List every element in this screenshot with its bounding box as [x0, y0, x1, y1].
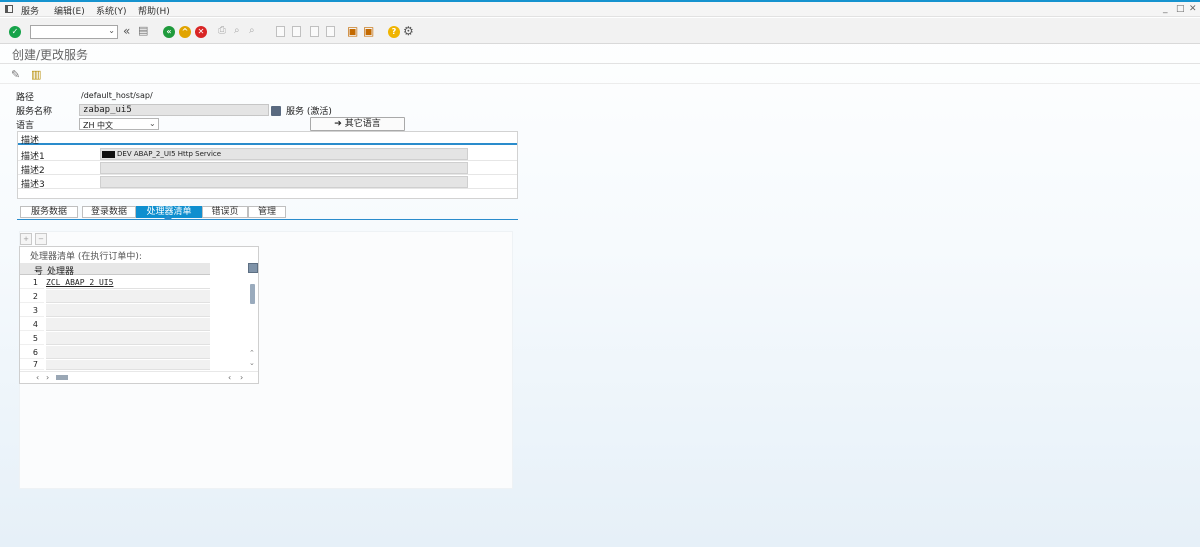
scroll-down-icon[interactable]: ⌄: [249, 359, 255, 367]
scroll-left-icon[interactable]: ‹: [36, 373, 39, 382]
find-next-icon[interactable]: ⌕: [249, 24, 255, 38]
table-row[interactable]: [46, 318, 210, 331]
divider: [0, 83, 1200, 84]
description-3-field[interactable]: [100, 176, 468, 188]
scroll-up-icon[interactable]: ⌃: [249, 349, 255, 357]
language-label: 语言: [16, 121, 35, 131]
back-icon[interactable]: «: [163, 26, 175, 38]
row-number: 4: [20, 318, 44, 331]
table-row[interactable]: ZCL_ABAP_2_UI5: [46, 276, 210, 289]
menu-service[interactable]: 服务: [21, 4, 39, 17]
path-value: /default_host/sap/: [81, 91, 153, 100]
divider: [0, 63, 1200, 64]
handler-table-header: 号 处理器: [20, 263, 210, 277]
description-row: 描述2: [18, 161, 517, 176]
other-language-button[interactable]: ➔ 其它语言: [310, 117, 405, 131]
row-number: 5: [20, 332, 44, 345]
tab-administration[interactable]: 管理: [248, 206, 286, 218]
menu-bar: 服务 编辑(E) 系统(Y) 帮助(H) _ □ ✕: [0, 2, 1200, 17]
table-row[interactable]: [46, 304, 210, 317]
scroll-right-icon[interactable]: ›: [240, 373, 243, 382]
cancel-icon[interactable]: ✕: [195, 26, 207, 38]
menu-system[interactable]: 系统(Y): [96, 4, 127, 17]
description-1-value: DEV ABAP_2_UI5 Http Service: [117, 150, 222, 158]
language-value: ZH 中文: [83, 121, 114, 130]
arrow-right-icon: ➔: [334, 119, 345, 129]
shortcut-icon[interactable]: ▣: [363, 24, 374, 38]
menu-help[interactable]: 帮助(H): [138, 4, 170, 17]
table-row[interactable]: [46, 346, 210, 359]
close-window-icon[interactable]: ✕: [1189, 5, 1197, 14]
service-name-value: zabap_ui5: [83, 105, 132, 115]
maximize-icon[interactable]: □: [1176, 5, 1185, 14]
gear-icon[interactable]: ⚙: [403, 24, 414, 38]
tab-underline: [17, 219, 518, 220]
path-label: 路径: [16, 93, 35, 103]
column-settings-icon[interactable]: [248, 263, 258, 273]
exit-icon[interactable]: ^: [179, 26, 191, 38]
tab-logon-data[interactable]: 登录数据: [82, 206, 136, 218]
minimize-icon[interactable]: _: [1163, 5, 1168, 14]
insert-row-icon[interactable]: +: [20, 233, 32, 245]
handler-cell[interactable]: ZCL_ABAP_2_UI5: [46, 276, 113, 289]
language-select[interactable]: ZH 中文 ⌄: [79, 118, 159, 130]
active-tab-caret: [164, 215, 172, 219]
new-session-icon[interactable]: ▣: [347, 24, 358, 38]
row-number: 2: [20, 290, 44, 303]
service-name-field[interactable]: zabap_ui5: [79, 104, 269, 116]
chevron-down-icon[interactable]: ⌄: [108, 26, 115, 35]
table-row[interactable]: [46, 332, 210, 345]
description-1-field[interactable]: DEV ABAP_2_UI5 Http Service: [100, 148, 468, 160]
scroll-left-icon[interactable]: ‹: [228, 373, 231, 382]
service-status: 服务 (激活): [286, 107, 332, 117]
next-page-icon[interactable]: [310, 26, 319, 37]
value-help-icon[interactable]: [271, 106, 281, 116]
horizontal-scrollbar[interactable]: ‹ › ‹ ›: [20, 371, 258, 383]
row-number: 6: [20, 346, 44, 359]
menu-edit[interactable]: 编辑(E): [54, 4, 85, 17]
help-icon[interactable]: ?: [388, 26, 400, 38]
vertical-scrollbar[interactable]: ⌃ ⌄: [248, 263, 258, 369]
description-row: 描述3: [18, 175, 517, 190]
scroll-right-icon[interactable]: ›: [46, 373, 49, 382]
service-name-label: 服务名称: [16, 107, 53, 117]
handler-table: 处理器清单 (在执行订单中): 号 处理器 1 ZCL_ABAP_2_UI5 2…: [19, 246, 259, 384]
table-row[interactable]: [46, 290, 210, 303]
command-field[interactable]: ⌄: [30, 25, 118, 39]
last-page-icon[interactable]: [326, 26, 335, 37]
table-row[interactable]: [46, 360, 210, 370]
description-3-label: 描述3: [21, 180, 45, 190]
scroll-thumb[interactable]: [56, 375, 68, 380]
first-page-icon[interactable]: [276, 26, 285, 37]
tab-error-pages[interactable]: 错误页: [202, 206, 248, 218]
enter-check-icon[interactable]: ✓: [9, 26, 21, 38]
scroll-thumb[interactable]: [250, 284, 255, 304]
previous-page-icon[interactable]: [292, 26, 301, 37]
tab-service-data[interactable]: 服务数据: [20, 206, 78, 218]
row-number: 3: [20, 304, 44, 317]
menu-window-icon[interactable]: [5, 5, 13, 13]
page-title: 创建/更改服务: [12, 48, 89, 62]
print-icon[interactable]: ⎙: [218, 24, 226, 38]
description-row: 描述1 DEV ABAP_2_UI5 Http Service: [18, 147, 517, 162]
find-icon[interactable]: ⌕: [234, 24, 240, 38]
collapse-left-icon[interactable]: «: [123, 24, 130, 38]
standard-toolbar: ✓ ⌄ « ▤ « ^ ✕ ⎙ ⌕ ⌕ ▣ ▣ ? ⚙: [0, 18, 1200, 44]
description-title: 描述: [21, 136, 40, 146]
chevron-down-icon[interactable]: ⌄: [149, 119, 156, 128]
display-change-icon[interactable]: ✎: [11, 68, 20, 81]
hierarchy-icon[interactable]: ▥: [31, 68, 41, 81]
description-group: 描述 描述1 DEV ABAP_2_UI5 Http Service 描述2 描…: [17, 131, 518, 199]
row-number: 7: [20, 360, 44, 370]
other-language-label: 其它语言: [344, 119, 381, 129]
description-header: 描述: [18, 132, 517, 146]
row-number: 1: [20, 276, 44, 289]
redacted-block: [102, 151, 115, 158]
delete-row-icon[interactable]: −: [35, 233, 47, 245]
handler-table-caption: 处理器清单 (在执行订单中):: [30, 252, 142, 262]
save-icon[interactable]: ▤: [138, 24, 148, 38]
description-2-field[interactable]: [100, 162, 468, 174]
